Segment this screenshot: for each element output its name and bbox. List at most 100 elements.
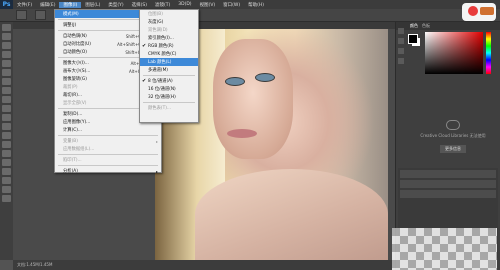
image-menu-item-label: 显示全部(V) — [63, 101, 87, 106]
menu-3[interactable]: 图层(L) — [81, 2, 104, 8]
quick-select-tool-icon[interactable] — [2, 51, 11, 58]
mode-submenu: 位图(B) 灰度(G) 双色调(D) 索引颜色(I)... ✔ RGB 颜色(R) CMYK… — [139, 9, 199, 123]
image-menu-item-label: 模式(M) — [63, 12, 79, 17]
dodge-tool-icon[interactable] — [2, 141, 11, 148]
mode-menu-item[interactable]: ✔ RGB 颜色(R) — [140, 42, 198, 50]
history-brush-icon[interactable] — [2, 105, 11, 112]
pen-tool-icon[interactable] — [2, 150, 11, 157]
logo-mark-icon — [468, 6, 478, 16]
menu-separator — [143, 75, 195, 76]
lasso-tool-icon[interactable] — [2, 42, 11, 49]
menu-2[interactable]: 图像(I) — [59, 1, 82, 8]
menu-separator — [58, 165, 158, 166]
image-menu-item-label: 裁切(R)... — [63, 93, 83, 98]
menu-separator — [143, 102, 195, 103]
mode-menu-item[interactable]: ✔ 8 位/通道(A) — [140, 77, 198, 85]
checkmark-icon: ✔ — [142, 78, 147, 84]
type-tool-icon[interactable] — [2, 159, 11, 166]
tool-preset-button[interactable] — [16, 10, 27, 20]
status-bar: 文档:1.45M/1.45M — [13, 260, 395, 270]
mode-menu-item-label: 多通道(M) — [148, 68, 168, 73]
zoom-tool-icon[interactable] — [2, 195, 11, 202]
tab-swatches[interactable]: 色板 — [422, 23, 430, 29]
image-menu-item-label: 陷印(T)... — [63, 158, 82, 163]
menu-1[interactable]: 编辑(E) — [36, 2, 59, 8]
menu-bar: Ps 文件(F) 编辑(E) 图像(I) 图层(L) 类型(Y) 选择(S) 滤镜(T) 3D… — [0, 0, 500, 9]
character-icon[interactable] — [398, 48, 404, 54]
cc-libraries-panel: Creative Cloud Libraries 无法使用 更多信息 — [408, 110, 498, 160]
menu-0[interactable]: 文件(F) — [13, 2, 36, 8]
menu-8[interactable]: 视图(V) — [196, 2, 220, 8]
move-tool-icon[interactable] — [2, 24, 11, 31]
creative-cloud-icon — [446, 120, 460, 130]
image-menu-item-label: 应用数据组(L)... — [63, 147, 95, 152]
mode-menu-item-label: 8 位/通道(A) — [148, 79, 173, 84]
foreground-color-swatch[interactable] — [408, 34, 418, 44]
hand-tool-icon[interactable] — [2, 186, 11, 193]
image-menu-item: 应用数据组(L)... — [55, 145, 161, 153]
healing-tool-icon[interactable] — [2, 78, 11, 85]
color-field[interactable] — [425, 32, 483, 74]
properties-icon[interactable] — [398, 38, 404, 44]
history-icon[interactable] — [398, 28, 404, 34]
color-panel-tabs: 颜色 色板 — [396, 22, 500, 30]
blur-tool-icon[interactable] — [2, 132, 11, 139]
layer-row[interactable] — [400, 180, 496, 188]
path-select-tool-icon[interactable] — [2, 168, 11, 175]
mode-menu-item[interactable]: Lab 颜色(L) — [140, 58, 198, 66]
image-menu-item-label: 调整(J) — [63, 23, 77, 28]
logo-text-mark — [480, 7, 494, 15]
tab-color[interactable]: 颜色 — [410, 23, 418, 29]
image-menu-item: 陷印(T)... — [55, 156, 161, 164]
layer-row[interactable] — [400, 170, 496, 178]
eraser-tool-icon[interactable] — [2, 114, 11, 121]
shape-tool-icon[interactable] — [2, 177, 11, 184]
image-menu-item-label: 自动色调(N) — [63, 34, 87, 39]
image-menu-item-label: 分析(A) — [63, 169, 78, 174]
mode-menu-item: 双色调(D) — [140, 26, 198, 34]
mode-menu-item-label: 32 位/通道(H) — [148, 95, 176, 100]
image-menu-item: 变量(B) ▸ — [55, 137, 161, 145]
paragraph-icon[interactable] — [398, 58, 404, 64]
gradient-tool-icon[interactable] — [2, 123, 11, 130]
image-menu-item-label: 变量(B) — [63, 139, 78, 144]
mode-menu-item-label: 双色调(D) — [148, 28, 168, 33]
brush-tool-icon[interactable] — [2, 87, 11, 94]
submenu-arrow-icon: ▸ — [155, 168, 158, 174]
eyedropper-tool-icon[interactable] — [2, 69, 11, 76]
crop-tool-icon[interactable] — [2, 60, 11, 67]
layer-row[interactable] — [400, 190, 496, 198]
cc-message: Creative Cloud Libraries 无法使用 — [420, 133, 486, 138]
image-menu-item[interactable]: 计算(C)... — [55, 126, 161, 134]
menu-6[interactable]: 滤镜(T) — [151, 2, 174, 8]
panel-icon-strip — [398, 28, 406, 128]
menu-7[interactable]: 3D(D) — [174, 2, 195, 8]
mode-menu-item[interactable]: 16 位/通道(N) — [140, 85, 198, 93]
mode-menu-item[interactable]: CMYK 颜色(C) — [140, 50, 198, 58]
stamp-tool-icon[interactable] — [2, 96, 11, 103]
mode-menu-item[interactable]: 索引颜色(I)... — [140, 34, 198, 42]
transparency-overlay — [392, 228, 497, 270]
menu-4[interactable]: 类型(Y) — [104, 2, 127, 8]
mode-menu-item[interactable]: 32 位/通道(H) — [140, 93, 198, 101]
mode-menu-item-label: RGB 颜色(R) — [148, 44, 174, 49]
mode-menu-item[interactable]: 多通道(M) — [140, 66, 198, 74]
option-button-1[interactable] — [35, 10, 46, 20]
image-menu-item-label: 图像大小(I)... — [63, 61, 89, 66]
image-menu-item[interactable]: 分析(A) ▸ — [55, 167, 161, 175]
mode-menu-item-label: 颜色表(T)... — [148, 106, 171, 111]
menu-5[interactable]: 选择(S) — [128, 2, 151, 8]
menu-10[interactable]: 帮助(H) — [244, 2, 268, 8]
tools-panel — [0, 22, 14, 260]
mode-menu-item-label: 索引颜色(I)... — [148, 36, 174, 41]
marquee-tool-icon[interactable] — [2, 33, 11, 40]
image-menu-item-label: 画布大小(S)... — [63, 69, 91, 74]
hue-slider[interactable] — [486, 32, 491, 74]
mode-menu-item[interactable]: 灰度(G) — [140, 18, 198, 26]
image-menu-item-label: 复制(D)... — [63, 112, 83, 117]
image-menu-item-label: 自动对比度(U) — [63, 42, 91, 47]
more-info-button[interactable]: 更多信息 — [440, 145, 466, 153]
mode-menu-item: 位图(B) — [140, 10, 198, 18]
menu-9[interactable]: 窗口(W) — [219, 2, 244, 8]
mode-menu-item-label: 16 位/通道(N) — [148, 87, 176, 92]
